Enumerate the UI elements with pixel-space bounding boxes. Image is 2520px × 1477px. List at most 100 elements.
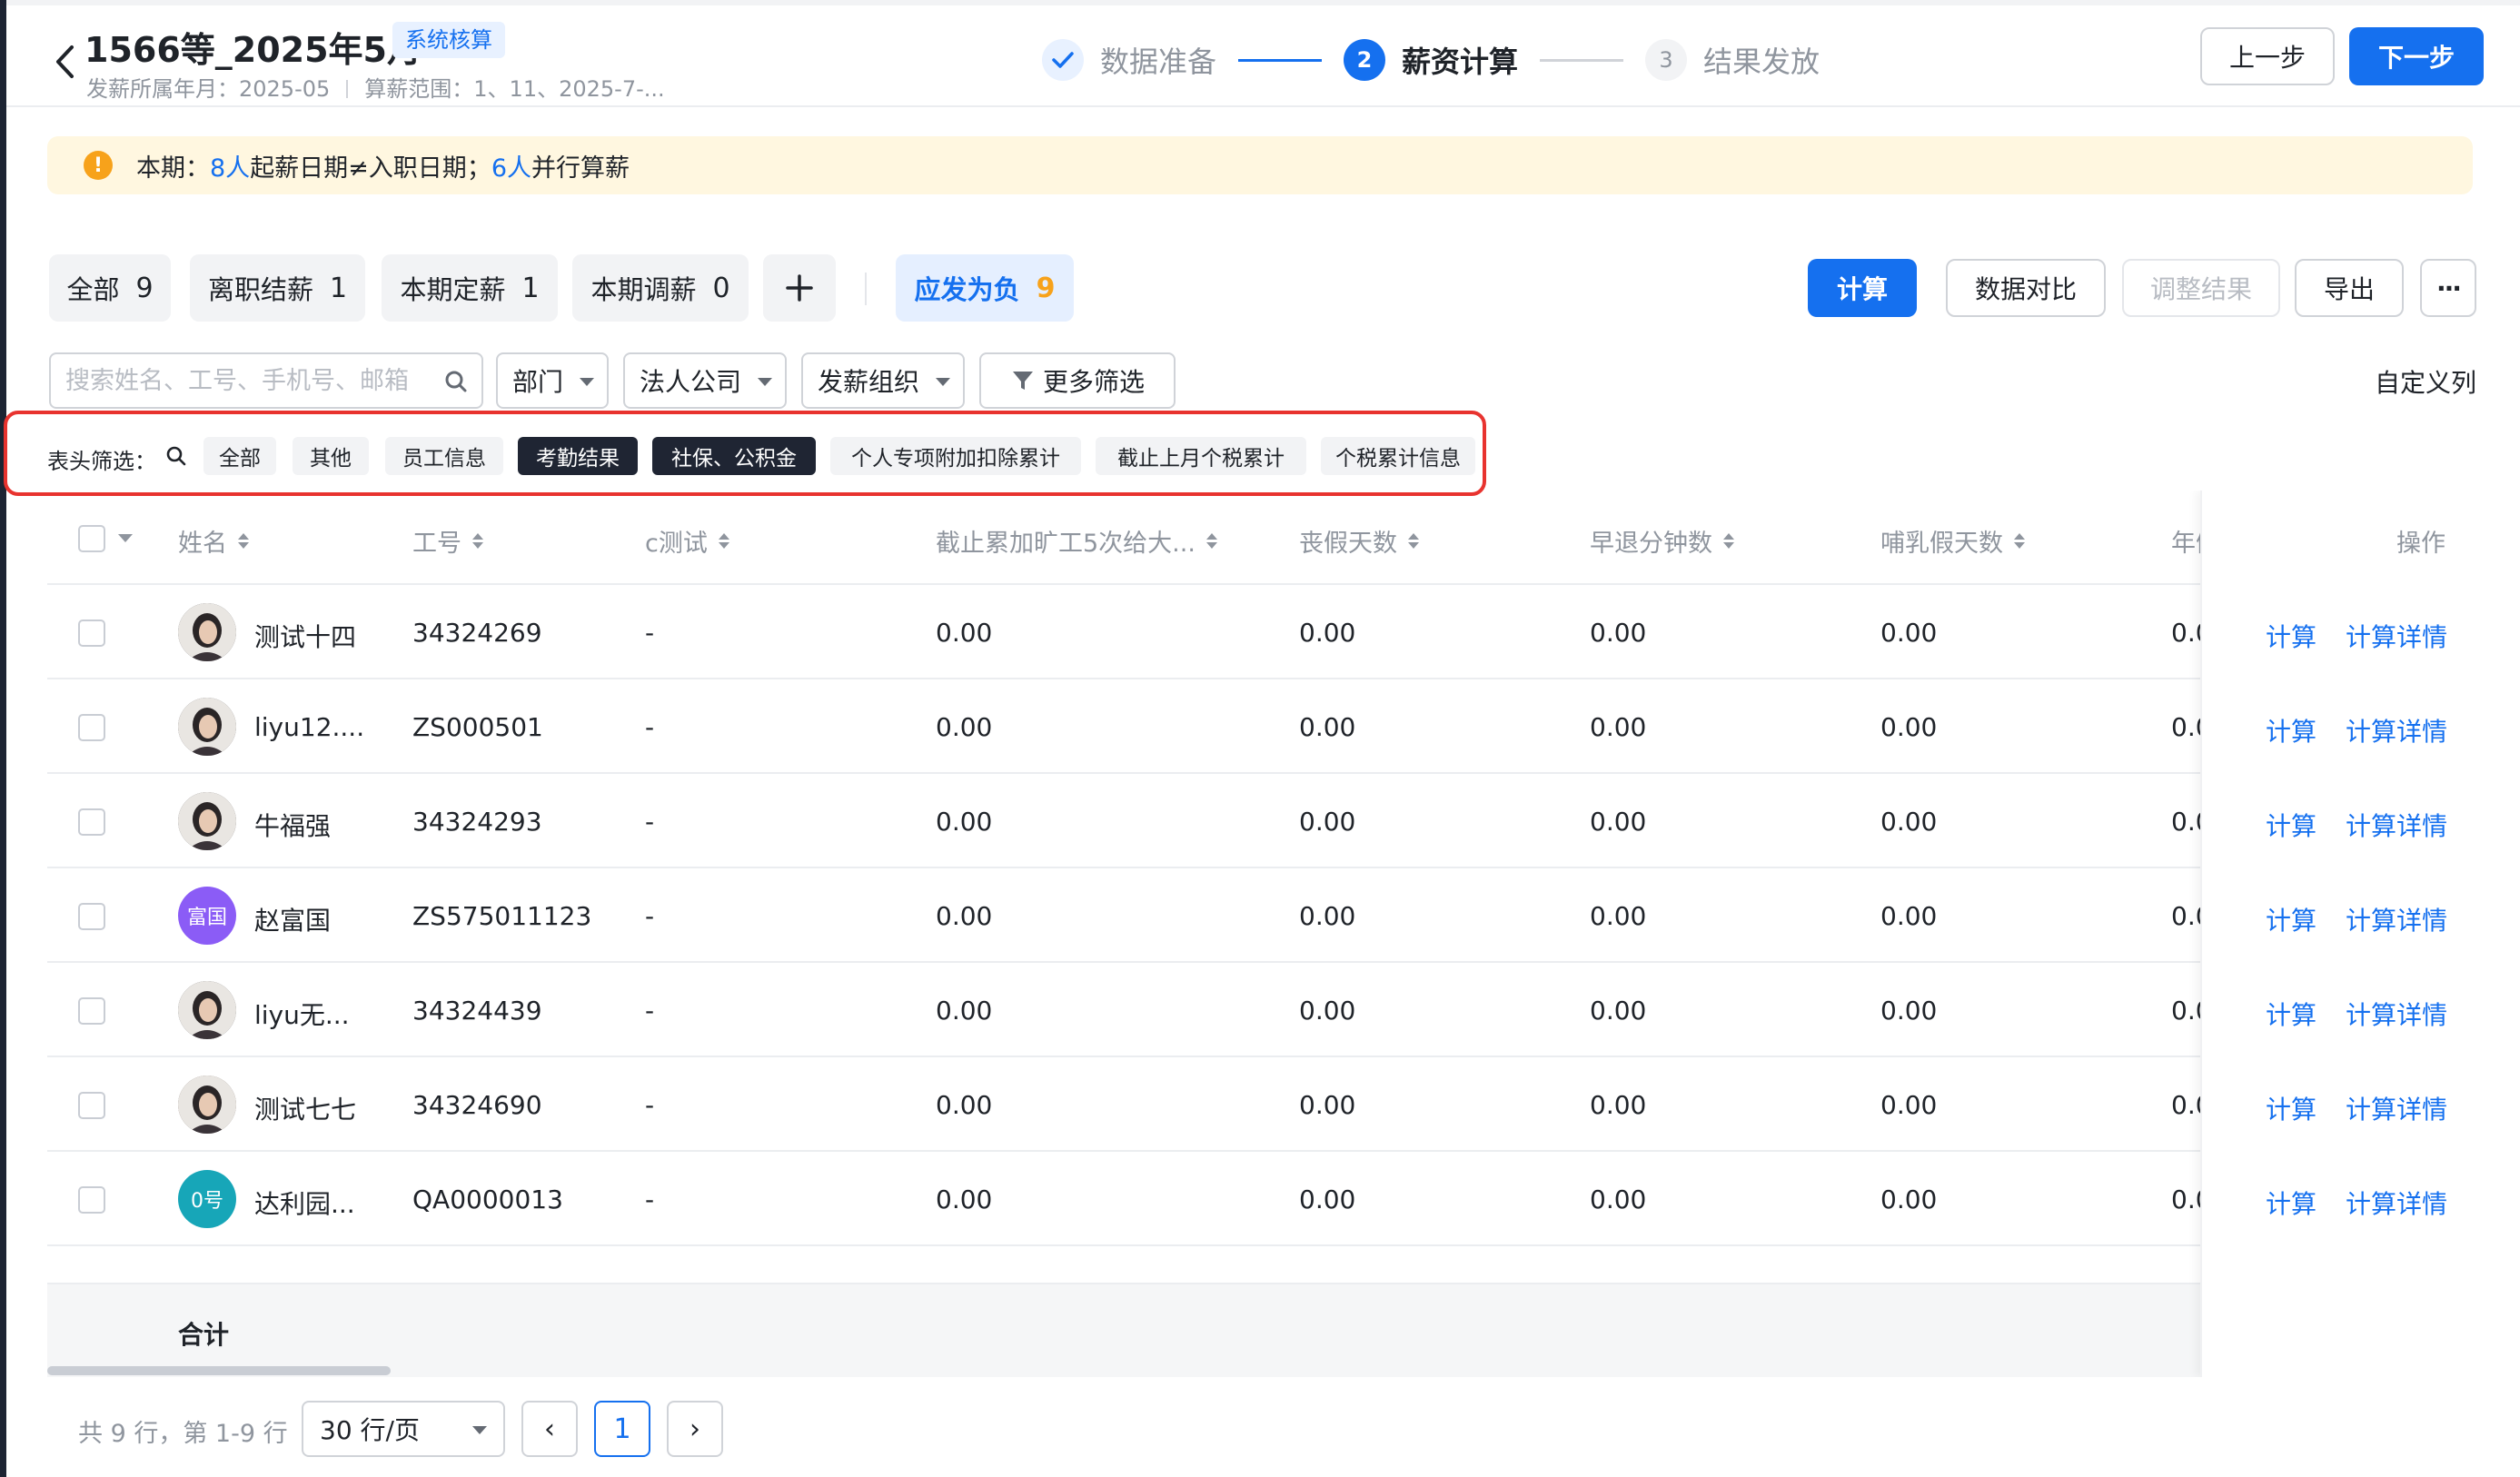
row-calc-link[interactable]: 计算 [2266, 712, 2317, 748]
tab-label: 本期定薪 [400, 274, 506, 305]
avatar: 富国 [178, 887, 236, 945]
cell-nursing: 0.00 [1880, 901, 1938, 931]
page-title: 1566等_2025年5月 [84, 30, 422, 70]
next-page-button[interactable]: › [667, 1401, 723, 1457]
page-1-button[interactable]: 1 [594, 1401, 650, 1457]
tab-resigned[interactable]: 离职结薪 1 [190, 254, 365, 322]
row-calc-detail-link[interactable]: 计算详情 [2346, 618, 2447, 654]
tab-all[interactable]: 全部 9 [49, 254, 171, 322]
row-calc-detail-link[interactable]: 计算详情 [2346, 901, 2447, 937]
caret-down-icon[interactable] [118, 534, 133, 542]
pagination-info: 共 9 行，第 1-9 行 [78, 1420, 288, 1448]
chip-special-deduction[interactable]: 个人专项附加扣除累计 [830, 437, 1081, 475]
chip-other[interactable]: 其他 [293, 437, 369, 475]
cell-employee-id: QA0000013 [412, 1185, 563, 1214]
more-actions-button[interactable]: ··· [2420, 259, 2476, 317]
row-checkbox[interactable] [78, 903, 105, 930]
operation-column: 操作 计算 计算详情 计算 计算详情 计算 计算详情 计算 计算详情 计算 计算详情 计算 计算详情计… [2200, 491, 2475, 1377]
back-button[interactable] [46, 36, 83, 87]
row-checkbox[interactable] [78, 997, 105, 1025]
horizontal-scrollbar[interactable] [47, 1366, 391, 1375]
row-checkbox[interactable] [78, 808, 105, 836]
table-row[interactable]: liyu无... 34324439-0.00 0.00 0.00 0.00 0.0 [47, 963, 2475, 1057]
avatar [178, 981, 236, 1039]
table-row[interactable]: 测试十四 34324269-0.00 0.00 0.00 0.00 0.0 [47, 585, 2475, 679]
chevron-left-icon [56, 45, 74, 78]
sort-icon [1205, 533, 1217, 549]
search-icon[interactable] [165, 445, 187, 467]
tab-negative-pay[interactable]: 应发为负 9 [896, 254, 1074, 322]
row-calc-link[interactable]: 计算 [2266, 1090, 2317, 1126]
prev-step-button[interactable]: 上一步 [2200, 27, 2335, 85]
custom-columns-link[interactable]: 自定义列 [2375, 363, 2476, 400]
table-row[interactable]: 富国 赵富国 ZS575011123-0.00 0.00 0.00 0.00 0.0 [47, 868, 2475, 963]
page-size-select[interactable]: 30 行/页 [302, 1401, 505, 1457]
prev-page-button[interactable]: ‹ [521, 1401, 578, 1457]
row-calc-link[interactable]: 计算 [2266, 996, 2317, 1032]
step-connector [1238, 58, 1323, 62]
row-checkbox[interactable] [78, 620, 105, 647]
col-absence[interactable]: 截止累加旷工5次给大... [936, 523, 1217, 559]
search-input[interactable] [65, 366, 438, 395]
notice-link-parallel[interactable]: 6人 [491, 148, 531, 183]
row-calc-link[interactable]: 计算 [2266, 618, 2317, 654]
select-label: 部门 [512, 367, 564, 397]
row-calc-link[interactable]: 计算 [2266, 901, 2317, 937]
data-compare-button[interactable]: 数据对比 [1946, 259, 2106, 317]
next-step-button[interactable]: 下一步 [2349, 27, 2484, 85]
col-employee-id[interactable]: 工号 [412, 523, 483, 559]
step-label: 数据准备 [1100, 45, 1217, 79]
row-calc-detail-link[interactable]: 计算详情 [2346, 807, 2447, 843]
add-tab-button[interactable] [763, 254, 836, 322]
row-calc-detail-link[interactable]: 计算详情 [2346, 996, 2447, 1032]
chip-tax-cumulative[interactable]: 截止上月个税累计 [1096, 437, 1306, 475]
row-calc-link[interactable]: 计算 [2266, 1185, 2317, 1221]
tab-new-salary[interactable]: 本期定薪 1 [382, 254, 558, 322]
more-filter-button[interactable]: 更多筛选 [979, 352, 1176, 409]
row-calc-link[interactable]: 计算 [2266, 807, 2317, 843]
tab-salary-adjust[interactable]: 本期调薪 0 [572, 254, 749, 322]
row-calc-detail-link[interactable]: 计算详情 [2346, 712, 2447, 748]
chip-social-security[interactable]: 社保、公积金 [652, 437, 816, 475]
export-button[interactable]: 导出 [2295, 259, 2404, 317]
col-name[interactable]: 姓名 [178, 523, 249, 559]
cell-employee-id: 34324293 [412, 807, 542, 837]
row-calc-detail-link[interactable]: 计算详情 [2346, 1185, 2447, 1221]
department-select[interactable]: 部门 [496, 352, 609, 409]
cell-absence: 0.00 [936, 712, 993, 742]
row-checkbox[interactable] [78, 714, 105, 741]
company-select[interactable]: 法人公司 [623, 352, 787, 409]
table-row[interactable]: 牛福强 34324293-0.00 0.00 0.00 0.00 0.0 [47, 774, 2475, 868]
row-checkbox[interactable] [78, 1092, 105, 1119]
table-row[interactable]: 测试七七 34324690-0.00 0.00 0.00 0.00 0.0 [47, 1057, 2475, 1152]
row-checkbox[interactable] [78, 1186, 105, 1214]
row-calc-detail-link[interactable]: 计算详情 [2346, 1090, 2447, 1126]
cell-name: 测试十四 [254, 622, 357, 652]
step-result-release[interactable]: 3 结果发放 [1645, 39, 1820, 81]
sort-icon [1723, 533, 1734, 549]
chip-employee-info[interactable]: 员工信息 [385, 437, 503, 475]
cell-bereavement: 0.00 [1299, 996, 1356, 1026]
table-row[interactable]: 0号 达利园... QA0000013-0.00 0.00 0.00 0.00 0.0 [47, 1152, 2475, 1246]
chip-all[interactable]: 全部 [203, 437, 276, 475]
col-early-leave[interactable]: 早退分钟数 [1590, 523, 1734, 559]
col-nursing[interactable]: 哺乳假天数 [1880, 523, 2025, 559]
select-all-checkbox[interactable] [78, 525, 105, 552]
search-field[interactable] [49, 352, 483, 409]
col-label: 工号 [412, 530, 461, 558]
chip-tax-info[interactable]: 个税累计信息 [1321, 437, 1475, 475]
chip-attendance[interactable]: 考勤结果 [518, 437, 638, 475]
cell-early-leave: 0.00 [1590, 1185, 1647, 1214]
avatar: 0号 [178, 1170, 236, 1228]
col-bereavement[interactable]: 丧假天数 [1299, 523, 1419, 559]
tab-divider [865, 273, 867, 305]
col-c-test[interactable]: c测试 [645, 523, 729, 559]
step-data-prep[interactable]: 数据准备 [1042, 39, 1216, 81]
calc-button[interactable]: 计算 [1808, 259, 1917, 317]
subtitle-separator [346, 80, 349, 98]
step-salary-calc[interactable]: 2 薪资计算 [1344, 39, 1518, 81]
notice-link-start-date[interactable]: 8人 [210, 148, 250, 183]
adjust-result-button[interactable]: 调整结果 [2122, 259, 2280, 317]
table-row[interactable]: liyu12.... ZS000501-0.00 0.00 0.00 0.00 0.0 [47, 679, 2475, 774]
pay-org-select[interactable]: 发薪组织 [801, 352, 965, 409]
